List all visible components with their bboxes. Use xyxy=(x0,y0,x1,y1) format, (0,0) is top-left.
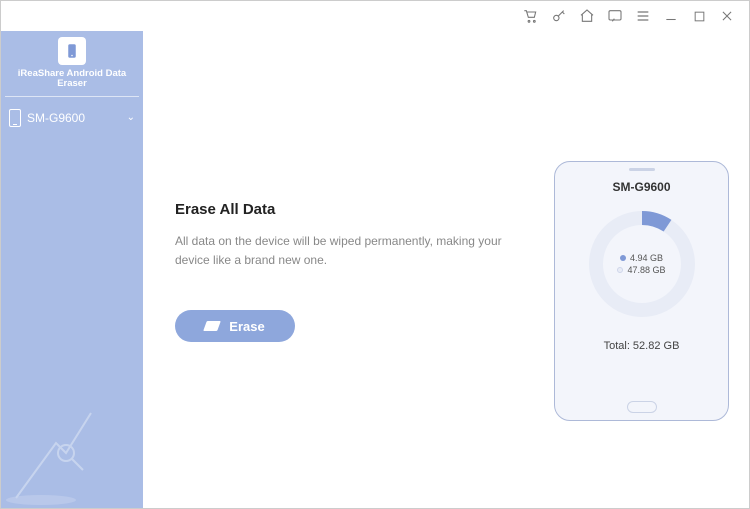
erase-button-label: Erase xyxy=(229,319,264,334)
used-label: 4.94 GB xyxy=(630,253,663,263)
page-description: All data on the device will be wiped per… xyxy=(175,232,534,270)
menu-icon[interactable] xyxy=(635,8,651,24)
storage-legend: 4.94 GB 47.88 GB xyxy=(582,204,702,324)
titlebar xyxy=(1,1,749,31)
close-icon[interactable] xyxy=(719,8,735,24)
sidebar: iReaShare Android Data Eraser SM-G9600 ⌄ xyxy=(1,31,143,508)
brand: iReaShare Android Data Eraser xyxy=(1,31,143,101)
sidebar-device-label: SM-G9600 xyxy=(27,111,85,125)
dot-free-icon xyxy=(617,267,623,273)
phone-speaker-icon xyxy=(629,168,655,171)
brand-name: iReaShare Android Data Eraser xyxy=(5,67,139,97)
main-area: Erase All Data All data on the device wi… xyxy=(143,31,749,508)
phone-home-icon xyxy=(627,401,657,413)
cart-icon[interactable] xyxy=(523,8,539,24)
brand-logo-icon xyxy=(58,37,86,65)
sidebar-decoration-icon xyxy=(1,388,143,508)
page-heading: Erase All Data xyxy=(175,201,534,218)
content-pane: Erase All Data All data on the device wi… xyxy=(143,31,554,508)
feedback-icon[interactable] xyxy=(607,8,623,24)
phone-icon xyxy=(9,109,21,127)
erase-button[interactable]: Erase xyxy=(175,310,295,342)
dot-used-icon xyxy=(620,255,626,261)
minimize-icon[interactable] xyxy=(663,8,679,24)
storage-donut: 4.94 GB 47.88 GB xyxy=(582,204,702,324)
app-body: iReaShare Android Data Eraser SM-G9600 ⌄… xyxy=(1,31,749,508)
free-label: 47.88 GB xyxy=(627,265,665,275)
legend-used: 4.94 GB xyxy=(620,253,663,263)
legend-free: 47.88 GB xyxy=(617,265,665,275)
home-icon[interactable] xyxy=(579,8,595,24)
key-icon[interactable] xyxy=(551,8,567,24)
total-storage-label: Total: 52.82 GB xyxy=(604,340,680,352)
chevron-down-icon: ⌄ xyxy=(127,112,135,123)
eraser-icon xyxy=(203,321,221,331)
maximize-icon[interactable] xyxy=(691,8,707,24)
device-panel: SM-G9600 4.94 GB 47.88 GB xyxy=(554,31,749,508)
phone-preview: SM-G9600 4.94 GB 47.88 GB xyxy=(554,161,729,421)
sidebar-device-item[interactable]: SM-G9600 ⌄ xyxy=(1,101,143,135)
device-model: SM-G9600 xyxy=(612,180,670,194)
